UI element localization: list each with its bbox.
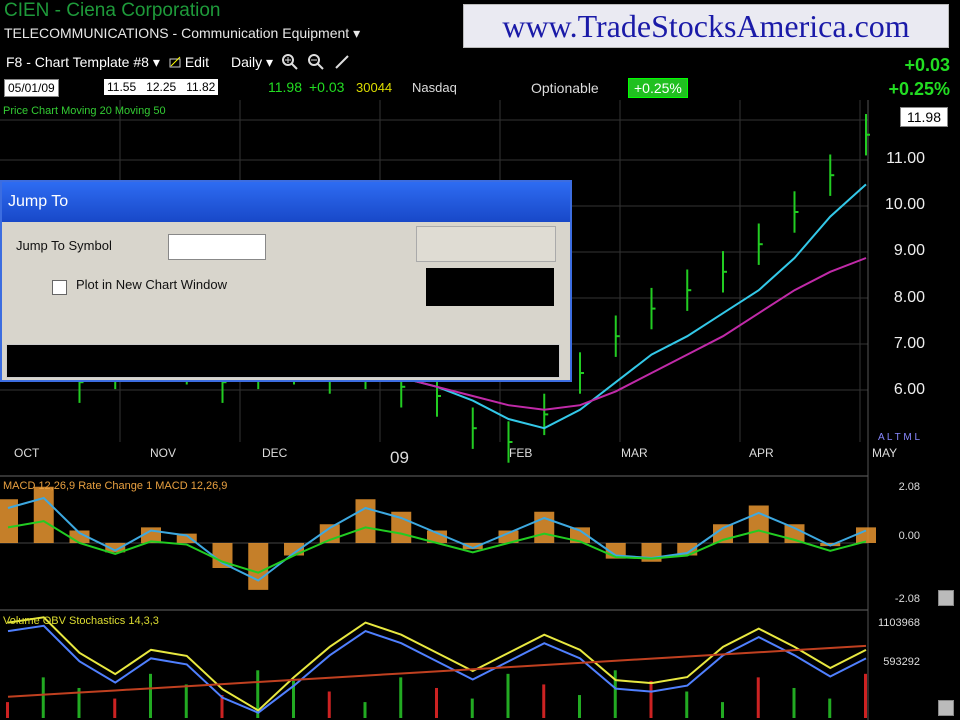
template-selector[interactable]: F8 - Chart Template #8 ▾ [6, 54, 160, 71]
volume-bar [506, 673, 510, 718]
price-axis-label: 8.00 [893, 289, 925, 306]
volume-bar [149, 673, 152, 718]
volume-bar [41, 677, 45, 718]
new-window-checkbox[interactable] [52, 280, 67, 295]
lower-axis-label: 1103968 [877, 617, 920, 629]
last-price: 11.98 [268, 79, 302, 95]
price-legend-text: Price Chart Moving 20 Moving 50 [3, 105, 166, 117]
price-axis-label: 10.00 [884, 196, 925, 213]
preview-area [426, 268, 554, 306]
chevron-down-icon: ▾ [152, 53, 160, 70]
lower-axis-label: 593292 [883, 656, 920, 668]
panel-resize-handle[interactable] [938, 700, 954, 716]
volume-bar [649, 680, 653, 718]
symbol-input[interactable] [168, 234, 266, 260]
zoom-in-icon[interactable] [281, 53, 299, 71]
website-banner: www.TradeStocksAmerica.com [463, 4, 949, 48]
change-percent: +0.25% [888, 79, 950, 99]
change-value: +0.03 [904, 55, 950, 75]
volume-bar [363, 702, 367, 718]
volume-bar [542, 684, 546, 718]
macd-bar [33, 486, 54, 543]
quote-date: 05/01/09 [4, 79, 59, 97]
month-label: OCT [14, 446, 40, 460]
open-value: 11.55 [107, 80, 137, 94]
symbol-title: CIEN - Ciena Corporation [4, 0, 221, 21]
zoom-out-icon[interactable] [307, 53, 325, 71]
dialog-titlebar[interactable]: Jump To [2, 182, 570, 222]
edit-icon [169, 56, 181, 68]
volume-bar [613, 670, 617, 718]
volume-bar [756, 677, 760, 718]
volume-bar [6, 702, 9, 718]
volume-bar [435, 687, 438, 718]
year-label: 09 [390, 448, 409, 467]
price-axis-label: 6.00 [893, 381, 925, 398]
chart-toolbar: F8 - Chart Template #8 ▾ Edit Daily ▾ [0, 50, 486, 74]
month-label: FEB [509, 446, 533, 460]
jump-to-dialog: Jump To Jump To Symbol Plot in New Chart… [0, 180, 572, 382]
volume-bar [792, 687, 796, 718]
volume-bar [864, 673, 867, 718]
month-label: DEC [262, 446, 288, 460]
template-label: F8 - Chart Template #8 [6, 53, 149, 70]
symbol-field-label: Jump To Symbol [16, 238, 112, 253]
price-legend: Price Chart Moving 20 Moving 50 [3, 105, 166, 117]
dialog-chart-strip [6, 344, 560, 378]
signal-line [7, 520, 867, 574]
price-axis-label: 7.00 [893, 335, 925, 352]
optionable-label: Optionable [531, 80, 599, 96]
low-value: 11.82 [186, 80, 216, 94]
chevron-down-icon: ▾ [265, 53, 274, 70]
macd-legend-text: MACD 12,26,9 Rate Change 1 MACD 12,26,9 [3, 480, 228, 492]
price-axis-label: 11.00 [886, 150, 925, 167]
price-axis-label: 9.00 [893, 242, 925, 259]
exchange-label: Nasdaq [412, 80, 457, 95]
volume-bar [470, 698, 474, 718]
volume-bar [685, 691, 689, 718]
macd-legend: MACD 12,26,9 Rate Change 1 MACD 12,26,9 [3, 480, 227, 492]
period-selector[interactable]: Daily ▾ [231, 54, 273, 71]
volume-bar [327, 691, 331, 718]
panel-resize-handle[interactable] [938, 590, 954, 606]
month-label: NOV [150, 446, 177, 460]
volume-bar [113, 698, 117, 718]
chart-mode-buttons[interactable]: A L T M L [878, 432, 920, 443]
ok-button[interactable] [416, 226, 556, 262]
volume-bar [184, 684, 188, 718]
edit-label: Edit [184, 54, 209, 70]
chevron-down-icon: ▾ [353, 25, 361, 41]
macd-axis-label: -2.08 [894, 593, 920, 605]
lower-legend-text: Volume OBV Stochastics 14,3,3 [3, 615, 159, 627]
lower-legend: Volume OBV Stochastics 14,3,3 [3, 615, 159, 627]
month-label: APR [749, 446, 774, 460]
edit-button[interactable]: Edit [168, 54, 209, 70]
macd-axis-label: 2.08 [898, 481, 920, 493]
volume-bar [828, 698, 832, 718]
month-label: MAR [621, 446, 648, 460]
macd-axis-label: 0.00 [898, 530, 920, 542]
percent-badge: +0.25% [628, 78, 688, 98]
volume-bar [399, 677, 403, 718]
industry-label: TELECOMMUNICATIONS - Communication Equip… [4, 25, 350, 41]
macd-bar [355, 499, 376, 543]
volume-bar [578, 695, 581, 718]
last-price-tag: 11.98 [900, 107, 948, 127]
volume-bar [721, 702, 724, 718]
macd-bar [534, 511, 555, 543]
net-change: +0.03 [309, 79, 345, 95]
macd-bar [748, 505, 769, 543]
high-value: 12.25 [146, 80, 177, 94]
period-label: Daily [230, 53, 263, 70]
draw-line-icon[interactable] [333, 53, 351, 71]
macd-bar [856, 527, 876, 543]
volume-value: 30044 [356, 80, 393, 95]
macd-bar [248, 543, 269, 590]
industry-selector[interactable]: TELECOMMUNICATIONS - Communication Equip… [4, 25, 360, 42]
ohl-values: 11.55 12.25 11.82 [104, 79, 219, 95]
month-label: MAY [872, 446, 898, 460]
new-window-label: Plot in New Chart Window [76, 277, 227, 292]
